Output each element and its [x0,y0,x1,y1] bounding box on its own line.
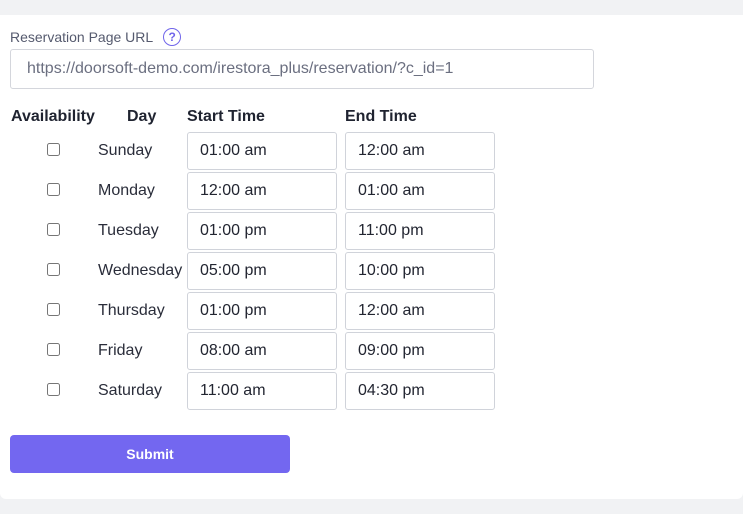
start-time-input[interactable] [187,252,337,290]
start-time-input[interactable] [187,332,337,370]
start-time-input[interactable] [187,172,337,210]
day-label: Sunday [98,142,153,159]
url-label-row: Reservation Page URL ? [10,28,182,46]
header-start-time: Start Time [187,108,265,125]
day-label: Friday [98,342,143,359]
start-time-input[interactable] [187,212,337,250]
availability-checkbox-friday[interactable] [47,343,60,356]
end-time-input[interactable] [345,292,495,330]
start-time-input[interactable] [187,372,337,410]
end-time-input[interactable] [345,212,495,250]
day-label: Tuesday [98,222,159,239]
end-time-input[interactable] [345,252,495,290]
day-label: Wednesday [98,262,183,279]
day-label: Saturday [98,382,163,399]
availability-checkbox-tuesday[interactable] [47,223,60,236]
start-time-input[interactable] [187,292,337,330]
header-day: Day [127,108,157,125]
end-time-input[interactable] [345,332,495,370]
availability-checkbox-sunday[interactable] [47,143,60,156]
availability-checkbox-wednesday[interactable] [47,263,60,276]
availability-checkbox-saturday[interactable] [47,383,60,396]
start-time-input[interactable] [187,132,337,170]
end-time-input[interactable] [345,372,495,410]
day-label: Monday [98,182,155,199]
end-time-input[interactable] [345,132,495,170]
header-end-time: End Time [345,108,417,125]
url-label: Reservation Page URL [10,29,154,45]
end-time-input[interactable] [345,172,495,210]
header-availability: Availability [11,108,95,125]
availability-checkbox-thursday[interactable] [47,303,60,316]
day-label: Thursday [98,302,165,319]
submit-button[interactable]: Submit [10,435,290,473]
availability-checkbox-monday[interactable] [47,183,60,196]
reservation-url-input[interactable] [10,49,594,89]
question-circle-icon[interactable]: ? [163,28,182,46]
